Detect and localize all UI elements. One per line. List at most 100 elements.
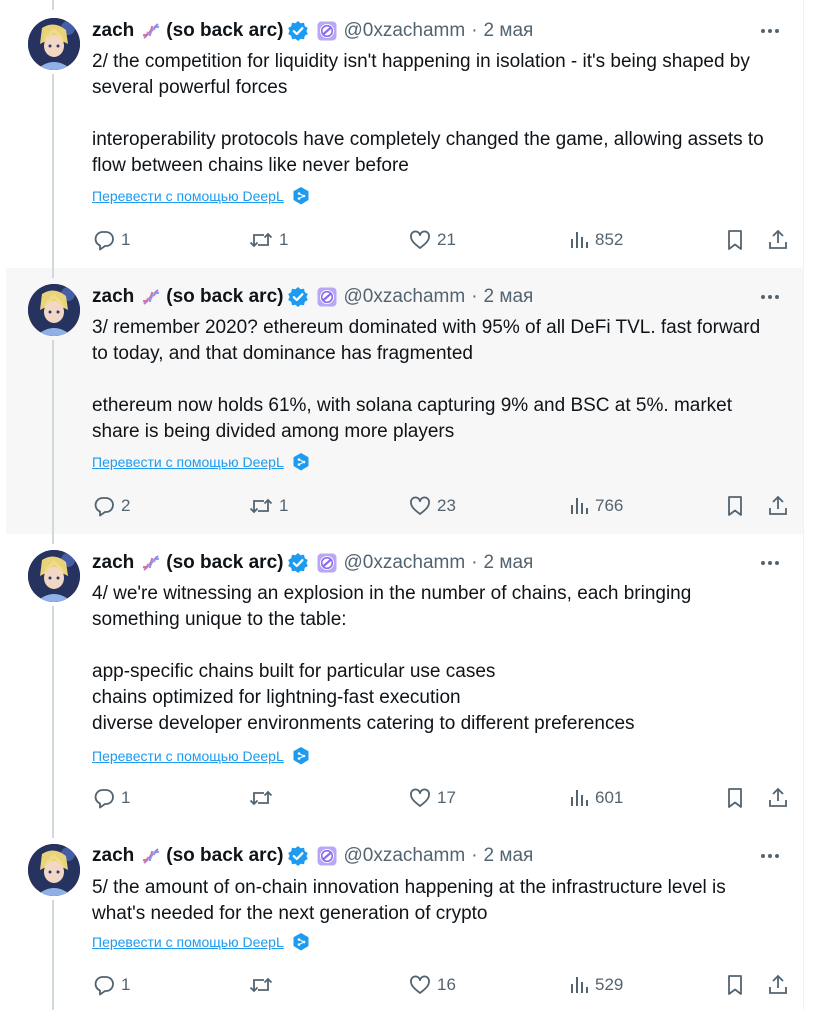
translate-link[interactable]: Перевести с помощью DeepL: [92, 746, 310, 766]
separator-dot: ·: [471, 845, 478, 866]
reply-button[interactable]: 1: [92, 228, 130, 252]
views-button[interactable]: 529: [568, 973, 623, 997]
tweet-4[interactable]: zach (so back arc) @0xzachamm · 2 мая 5/…: [6, 828, 803, 1010]
avatar[interactable]: [28, 550, 80, 602]
tweet-paragraph-gap: [92, 633, 772, 659]
bookmark-button[interactable]: [724, 228, 746, 252]
views-button[interactable]: 766: [568, 494, 623, 518]
translate-label[interactable]: Перевести с помощью DeepL: [92, 188, 284, 204]
author-name-suffix[interactable]: (so back arc): [166, 845, 283, 867]
author-name-suffix[interactable]: (so back arc): [166, 286, 283, 308]
tweet-date[interactable]: 2 мая: [484, 845, 534, 867]
reply-button[interactable]: 2: [92, 494, 130, 518]
like-count: 17: [437, 788, 456, 807]
views-button[interactable]: 852: [568, 228, 623, 252]
deepl-icon: [292, 746, 310, 766]
author-handle[interactable]: @0xzachamm: [343, 845, 465, 867]
share-icon: [766, 786, 790, 810]
retweet-button[interactable]: 1: [248, 494, 288, 518]
verified-badge-icon[interactable]: [287, 20, 309, 42]
translate-label[interactable]: Перевести с помощью DeepL: [92, 934, 284, 950]
share-button[interactable]: [766, 973, 790, 997]
dna-icon: [140, 552, 162, 574]
like-button[interactable]: 21: [408, 228, 456, 252]
tweet-text: 5/ the amount of on-chain innovation hap…: [92, 875, 772, 927]
deepl-icon: [292, 186, 310, 206]
tweet-paragraph: 5/ the amount of on-chain innovation hap…: [92, 877, 726, 924]
affiliate-badge-icon[interactable]: [317, 287, 337, 307]
retweet-icon: [248, 228, 274, 252]
verified-badge-icon[interactable]: [287, 286, 309, 308]
affiliate-badge-icon[interactable]: [317, 846, 337, 866]
more-icon[interactable]: [758, 21, 782, 41]
reply-count: 1: [121, 975, 131, 994]
dna-icon: [140, 286, 162, 308]
tweet-actions: 1 16 529: [92, 973, 792, 997]
retweet-button[interactable]: [248, 786, 279, 810]
reply-button[interactable]: 1: [92, 786, 130, 810]
more-icon[interactable]: [758, 287, 782, 307]
deepl-icon: [292, 452, 310, 472]
more-icon[interactable]: [758, 846, 782, 866]
translate-link[interactable]: Перевести с помощью DeepL: [92, 452, 310, 472]
retweet-button[interactable]: 1: [248, 228, 288, 252]
affiliate-badge-icon[interactable]: [317, 553, 337, 573]
tweet-3[interactable]: zach (so back arc) @0xzachamm · 2 мая 4/…: [6, 534, 803, 828]
author-name-suffix[interactable]: (so back arc): [166, 552, 283, 574]
verified-badge-icon[interactable]: [287, 845, 309, 867]
retweet-icon: [248, 786, 274, 810]
bookmark-icon: [724, 494, 746, 518]
tweet-actions: 1 17 601: [92, 786, 792, 810]
translate-link[interactable]: Перевести с помощью DeepL: [92, 932, 310, 952]
more-icon[interactable]: [758, 553, 782, 573]
thread-line-top: [52, 268, 54, 278]
reply-button[interactable]: 1: [92, 973, 130, 997]
like-button[interactable]: 23: [408, 494, 456, 518]
bookmark-button[interactable]: [724, 973, 746, 997]
translate-label[interactable]: Перевести с помощью DeepL: [92, 454, 284, 470]
like-button[interactable]: 17: [408, 786, 456, 810]
tweet-date[interactable]: 2 мая: [484, 20, 534, 42]
author-handle[interactable]: @0xzachamm: [343, 286, 465, 308]
author-name[interactable]: zach: [92, 286, 134, 308]
retweet-icon: [248, 973, 274, 997]
translate-label[interactable]: Перевести с помощью DeepL: [92, 748, 284, 764]
author-name[interactable]: zach: [92, 845, 134, 867]
deepl-icon: [292, 932, 310, 952]
tweet-date[interactable]: 2 мая: [484, 286, 534, 308]
tweet-2[interactable]: zach (so back arc) @0xzachamm · 2 мая 3/…: [6, 268, 803, 534]
author-name[interactable]: zach: [92, 20, 134, 42]
dna-icon: [140, 845, 162, 867]
tweet-text: 4/ we're witnessing an explosion in the …: [92, 581, 772, 737]
bookmark-button[interactable]: [724, 786, 746, 810]
author-name-suffix[interactable]: (so back arc): [166, 20, 283, 42]
affiliate-badge-icon[interactable]: [317, 21, 337, 41]
retweet-button[interactable]: [248, 973, 279, 997]
author-handle[interactable]: @0xzachamm: [343, 552, 465, 574]
like-icon: [408, 228, 432, 252]
reply-icon: [92, 973, 116, 997]
tweet-date[interactable]: 2 мая: [484, 552, 534, 574]
share-button[interactable]: [766, 786, 790, 810]
share-button[interactable]: [766, 228, 790, 252]
avatar[interactable]: [28, 844, 80, 896]
tweet-paragraph: 3/ remember 2020? ethereum dominated wit…: [92, 317, 761, 364]
thread-line-top: [52, 534, 54, 544]
tweet-1[interactable]: zach (so back arc) @0xzachamm · 2 мая 2/…: [6, 0, 803, 268]
like-button[interactable]: 16: [408, 973, 456, 997]
views-button[interactable]: 601: [568, 786, 623, 810]
author-name[interactable]: zach: [92, 552, 134, 574]
avatar[interactable]: [28, 284, 80, 336]
share-button[interactable]: [766, 494, 790, 518]
reply-count: 2: [121, 496, 131, 515]
tweet-paragraph: chains optimized for lightning-fast exec…: [92, 687, 461, 708]
bookmark-button[interactable]: [724, 494, 746, 518]
avatar[interactable]: [28, 18, 80, 70]
views-icon: [568, 494, 590, 518]
views-count: 766: [595, 496, 624, 515]
verified-badge-icon[interactable]: [287, 552, 309, 574]
separator-dot: ·: [471, 286, 478, 307]
tweet-actions: 1 1 21 852: [92, 228, 792, 252]
translate-link[interactable]: Перевести с помощью DeepL: [92, 186, 310, 206]
author-handle[interactable]: @0xzachamm: [343, 20, 465, 42]
